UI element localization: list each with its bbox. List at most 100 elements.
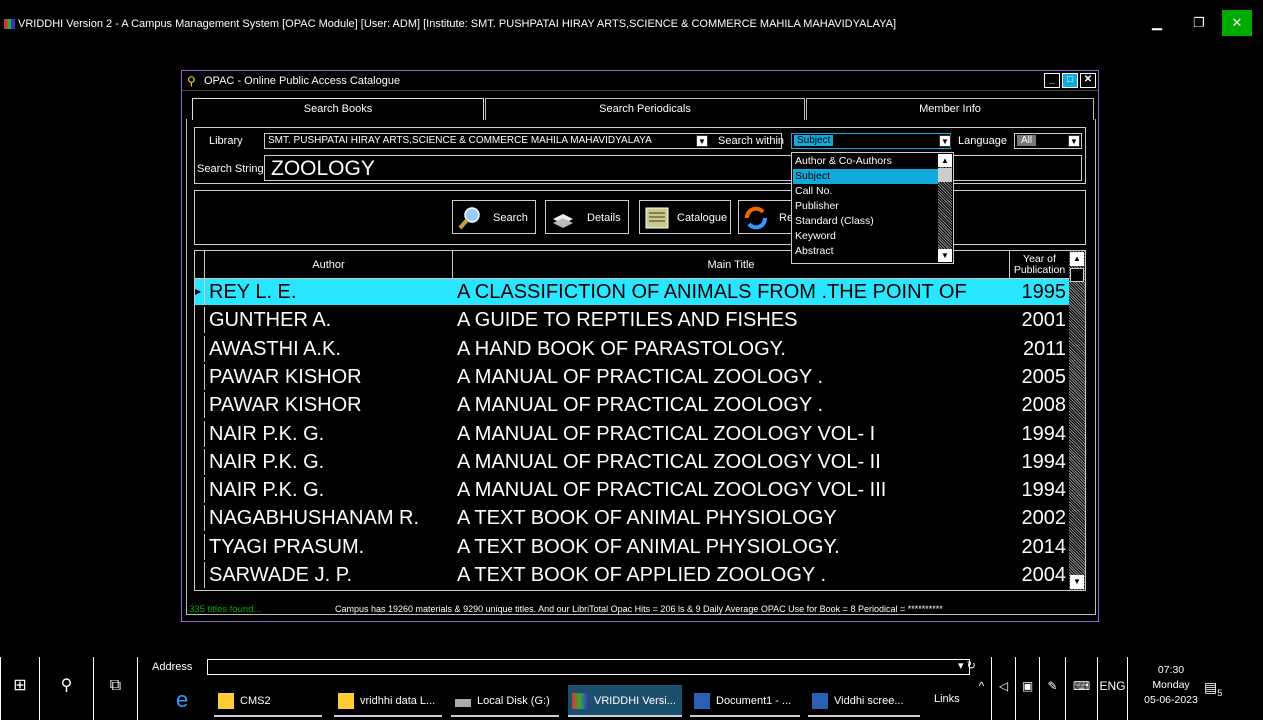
cell-year: 2002 bbox=[1021, 507, 1067, 530]
search-button-label: Search bbox=[493, 212, 528, 224]
cell-author: AWASTHI A.K. bbox=[209, 337, 341, 360]
search-string-input[interactable]: ZOOLOGY bbox=[264, 155, 1082, 181]
volume-icon[interactable]: ◁ bbox=[992, 657, 1016, 720]
dropdown-option[interactable]: Call No. bbox=[793, 184, 939, 199]
taskbar-item-local-disk[interactable]: Local Disk (G:) bbox=[451, 685, 559, 717]
books-icon bbox=[553, 214, 573, 228]
address-label: Address bbox=[152, 661, 193, 673]
pen-icon[interactable]: ✎ bbox=[1040, 657, 1066, 720]
cell-year: 2011 bbox=[1022, 337, 1066, 360]
clock[interactable]: 07:30 Monday 05-06-2023 bbox=[1143, 663, 1199, 708]
search-icon[interactable]: ⚲ bbox=[40, 657, 94, 720]
table-row[interactable]: GUNTHER A. A GUIDE TO REPTILES AND FISHES… bbox=[195, 307, 1070, 334]
table-row[interactable]: AWASTHI A.K. A HAND BOOK OF PARASTOLOGY. 2… bbox=[195, 335, 1070, 362]
taskbar-item-viddhi-screen[interactable]: Viddhi scree... bbox=[808, 685, 920, 717]
cell-author: TYAGI PRASUM. bbox=[209, 535, 365, 558]
cell-year: 1994 bbox=[1021, 422, 1067, 445]
language-indicator[interactable]: ENG bbox=[1098, 657, 1128, 720]
notification-icon[interactable]: ▤5 bbox=[1204, 679, 1222, 698]
table-row[interactable]: SARWADE J. P. A TEXT BOOK OF APPLIED ZOOL… bbox=[195, 562, 1070, 588]
dropdown-option[interactable]: Standard (Class) bbox=[793, 214, 939, 229]
app-title-bar: VRIDDHI Version 2 - A Campus Management … bbox=[0, 10, 1263, 38]
task-view-icon[interactable]: ⧉ bbox=[94, 657, 138, 720]
table-row[interactable]: PAWAR KISHOR A MANUAL OF PRACTICAL ZOOLOG… bbox=[195, 392, 1070, 419]
scroll-down-icon[interactable]: ▼ bbox=[938, 249, 952, 262]
dropdown-option[interactable]: Author & Co-Authors bbox=[793, 154, 939, 169]
chevron-down-icon[interactable]: ▼ bbox=[696, 135, 708, 147]
cell-author: NAGABHUSHANAM R. bbox=[209, 507, 420, 530]
search-button[interactable]: Search bbox=[452, 200, 536, 234]
table-row[interactable]: NAIR P.K. G. A MANUAL OF PRACTICAL ZOOLOG… bbox=[195, 477, 1070, 504]
taskbar-item-vridhhi-data[interactable]: vridhhi data L... bbox=[334, 685, 442, 717]
search-within-select[interactable]: Subject bbox=[791, 133, 951, 149]
word-icon bbox=[812, 693, 828, 709]
cell-title: A MANUAL OF PRACTICAL ZOOLOGY VOL- II bbox=[457, 450, 881, 473]
search-icon bbox=[458, 207, 480, 230]
links-toolbar[interactable]: Links bbox=[934, 693, 960, 705]
table-row[interactable]: NAIR P.K. G. A MANUAL OF PRACTICAL ZOOLOG… bbox=[195, 448, 1070, 475]
row-indicator bbox=[195, 477, 205, 504]
keyboard-icon[interactable]: ⌨ bbox=[1066, 657, 1098, 720]
cell-author: REY L. E. bbox=[209, 281, 297, 303]
address-input[interactable] bbox=[207, 659, 970, 675]
cell-title: A MANUAL OF PRACTICAL ZOOLOGY . bbox=[457, 394, 824, 417]
table-row[interactable]: TYAGI PRASUM. A TEXT BOOK OF ANIMAL PHYSI… bbox=[195, 533, 1070, 560]
taskbar: ⊞ ⚲ ⧉ Address ▾ ↻ e CMS2 vridhhi data L.… bbox=[0, 657, 1263, 720]
cell-year: 2008 bbox=[1021, 394, 1067, 417]
search-within-label: Search within bbox=[718, 135, 785, 147]
desktop: VRIDDHI Version 2 - A Campus Management … bbox=[0, 0, 1263, 720]
dropdown-option[interactable]: Publisher bbox=[793, 199, 939, 214]
library-label: Library bbox=[209, 135, 243, 147]
taskbar-item-label: CMS2 bbox=[240, 695, 271, 707]
tray-expand-icon[interactable]: ^ bbox=[972, 657, 992, 720]
chevron-down-icon[interactable]: ▼ bbox=[939, 135, 951, 147]
tab-search-periodicals[interactable]: Search Periodicals bbox=[485, 98, 805, 120]
refresh-icon bbox=[745, 206, 767, 230]
taskbar-item-label: VRIDDHI Versi... bbox=[594, 695, 676, 707]
cell-author: PAWAR KISHOR bbox=[209, 365, 362, 388]
taskbar-item-vriddhi[interactable]: VRIDDHI Versi... bbox=[568, 685, 682, 717]
close-button[interactable]: ✕ bbox=[1222, 10, 1252, 36]
scroll-down-icon[interactable]: ▼ bbox=[1070, 575, 1084, 589]
word-icon bbox=[694, 693, 710, 709]
opac-minimize-button[interactable]: _ bbox=[1044, 73, 1060, 88]
table-scrollbar[interactable]: ▲ ▼ bbox=[1069, 251, 1085, 590]
column-header-author[interactable]: Author bbox=[205, 251, 453, 279]
tab-search-books[interactable]: Search Books bbox=[192, 98, 484, 120]
chevron-down-icon[interactable]: ▼ bbox=[1068, 135, 1080, 147]
windows-start-icon[interactable]: ⊞ bbox=[0, 657, 40, 720]
cell-title: A GUIDE TO REPTILES AND FISHES bbox=[457, 309, 798, 332]
cell-year: 2005 bbox=[1021, 365, 1067, 388]
minimize-button[interactable]: ▁ bbox=[1140, 10, 1174, 36]
refresh-button[interactable]: Re bbox=[738, 200, 798, 234]
taskbar-item-cms2[interactable]: CMS2 bbox=[214, 685, 322, 717]
table-row[interactable]: PAWAR KISHOR A MANUAL OF PRACTICAL ZOOLOG… bbox=[195, 363, 1070, 390]
row-indicator bbox=[195, 307, 205, 334]
table-row[interactable]: ▶ REY L. E. A CLASSIFICTION OF ANIMALS FRO… bbox=[195, 279, 1070, 305]
table-row[interactable]: NAGABHUSHANAM R. A TEXT BOOK OF ANIMAL PH… bbox=[195, 505, 1070, 532]
security-icon[interactable]: ▣ bbox=[1016, 657, 1040, 720]
library-value: SMT. PUSHPATAI HIRAY ARTS,SCIENCE & COMM… bbox=[268, 135, 652, 146]
dropdown-option-selected[interactable]: Subject bbox=[793, 169, 939, 184]
catalogue-button[interactable]: Catalogue bbox=[639, 200, 731, 234]
ie-icon[interactable]: e bbox=[176, 687, 188, 713]
row-indicator bbox=[195, 392, 205, 419]
restore-button[interactable]: ❐ bbox=[1182, 10, 1216, 36]
column-header-year[interactable]: Year of Publication bbox=[1010, 251, 1070, 279]
table-row[interactable]: NAIR P.K. G. A MANUAL OF PRACTICAL ZOOLOG… bbox=[195, 420, 1070, 447]
dropdown-scroll-thumb[interactable] bbox=[938, 168, 952, 182]
row-indicator bbox=[195, 335, 205, 362]
scroll-up-icon[interactable]: ▲ bbox=[1070, 252, 1084, 266]
dropdown-option[interactable]: Keyword bbox=[793, 229, 939, 244]
scroll-thumb[interactable] bbox=[1070, 268, 1084, 282]
cell-year: 1995 bbox=[1021, 281, 1067, 303]
taskbar-item-document1[interactable]: Document1 - ... bbox=[690, 685, 800, 717]
opac-maximize-button[interactable]: □ bbox=[1062, 73, 1078, 88]
cell-author: NAIR P.K. G. bbox=[209, 450, 325, 473]
dropdown-option[interactable]: Abstract bbox=[793, 244, 939, 259]
details-button[interactable]: Details bbox=[545, 200, 629, 234]
scroll-up-icon[interactable]: ▲ bbox=[938, 154, 952, 167]
opac-close-button[interactable]: ✕ bbox=[1080, 73, 1096, 88]
tab-member-info[interactable]: Member Info bbox=[806, 98, 1094, 120]
catalogue-card-icon bbox=[645, 207, 669, 229]
